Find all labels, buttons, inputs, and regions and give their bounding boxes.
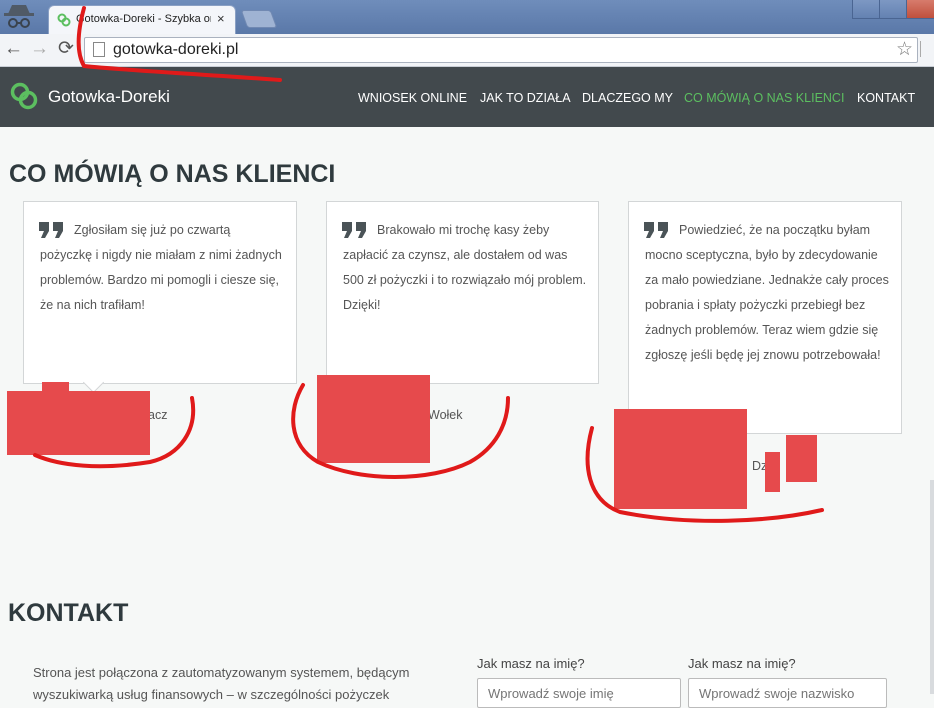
forward-button[interactable]: → bbox=[30, 37, 49, 61]
first-name-label: Jak masz na imię? bbox=[477, 656, 585, 671]
nav-dlaczego-my[interactable]: DLACZEGO MY bbox=[582, 91, 673, 105]
testimonial-author: acz bbox=[148, 408, 168, 422]
testimonial-card: Zgłosiłam się już po czwartą pożyczkę i … bbox=[23, 201, 297, 384]
tab-active[interactable]: Gotowka-Doreki - Szybka on × bbox=[48, 5, 236, 35]
tab-close-icon[interactable]: × bbox=[217, 11, 225, 26]
page-icon bbox=[93, 42, 105, 57]
browser-toolbar: ← → ⟳ gotowka-doreki.pl ☆ bbox=[0, 34, 934, 67]
site-favicon-icon bbox=[57, 13, 71, 27]
minimize-button[interactable] bbox=[852, 0, 880, 19]
first-name-input[interactable] bbox=[477, 678, 681, 708]
reload-button[interactable]: ⟳ bbox=[58, 37, 74, 61]
testimonial-text: Brakowało mi trochę kasy żeby zapłacić z… bbox=[343, 223, 587, 312]
last-name-label: Jak masz na imię? bbox=[688, 656, 796, 671]
testimonial-card: Brakowało mi trochę kasy żeby zapłacić z… bbox=[326, 201, 599, 384]
nav-kontakt[interactable]: KONTAKT bbox=[857, 91, 915, 105]
tab-title: Gotowka-Doreki - Szybka on bbox=[76, 13, 211, 25]
nav-jak-to-dziala[interactable]: JAK TO DZIAŁA bbox=[480, 91, 571, 105]
address-bar[interactable]: gotowka-doreki.pl ☆ bbox=[84, 37, 918, 63]
site-header: Gotowka-Doreki WNIOSEK ONLINE JAK TO DZI… bbox=[0, 67, 934, 127]
new-tab-button[interactable] bbox=[240, 10, 278, 28]
incognito-icon bbox=[4, 5, 34, 28]
redaction-box bbox=[7, 391, 150, 455]
browser-tabstrip: Gotowka-Doreki - Szybka on × bbox=[0, 0, 934, 35]
bookmark-star-icon[interactable]: ☆ bbox=[896, 38, 913, 61]
brand-name[interactable]: Gotowka-Doreki bbox=[48, 87, 170, 107]
nav-wniosek-online[interactable]: WNIOSEK ONLINE bbox=[358, 91, 467, 105]
scrollbar[interactable] bbox=[930, 480, 934, 694]
testimonial-text: Powiedzieć, że na początku byłam mocno s… bbox=[645, 223, 889, 362]
testimonial-author: Wołek bbox=[428, 408, 463, 422]
contact-description: Strona jest połączona z zautomatyzowanym… bbox=[33, 665, 410, 702]
testimonial-card: Powiedzieć, że na początku byłam mocno s… bbox=[628, 201, 902, 434]
close-window-button[interactable] bbox=[906, 0, 934, 19]
testimonial-text: Zgłosiłam się już po czwartą pożyczkę i … bbox=[40, 223, 282, 312]
contact-heading: KONTAKT bbox=[8, 599, 129, 627]
chrome-menu-button[interactable] bbox=[920, 41, 934, 57]
redaction-box bbox=[614, 409, 747, 509]
redaction-box bbox=[317, 375, 430, 463]
redaction-box bbox=[786, 435, 817, 482]
last-name-input[interactable] bbox=[688, 678, 887, 708]
url-text[interactable]: gotowka-doreki.pl bbox=[113, 41, 238, 59]
testimonials-heading: CO MÓWIĄ O NAS KLIENCI bbox=[9, 160, 336, 188]
nav-co-mowia-o-nas-klienci[interactable]: CO MÓWIĄ O NAS KLIENCI bbox=[684, 91, 844, 105]
maximize-button[interactable] bbox=[879, 0, 907, 19]
logo-icon[interactable] bbox=[9, 81, 39, 111]
redaction-box bbox=[765, 452, 780, 492]
back-button[interactable]: ← bbox=[4, 37, 23, 61]
